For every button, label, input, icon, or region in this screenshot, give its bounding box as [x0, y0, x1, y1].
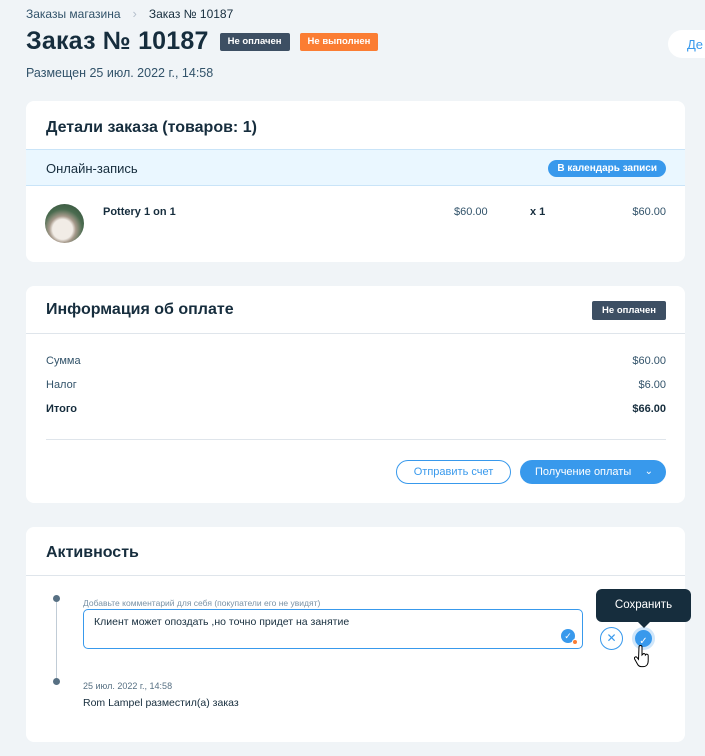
collect-payment-button[interactable]: Получение оплаты ⌄ [520, 460, 666, 484]
divider [46, 439, 666, 440]
header-action-button[interactable]: Де [668, 30, 705, 58]
calendar-button[interactable]: В календарь записи [548, 160, 666, 177]
comment-input[interactable]: Клиент может опоздать ,но точно придет н… [83, 609, 583, 649]
divider [26, 333, 685, 334]
product-total: $60.00 [632, 206, 666, 218]
tax-value: $6.00 [638, 379, 666, 391]
product-price: $60.00 [454, 206, 488, 218]
payment-card-status-badge: Не оплачен [592, 301, 666, 320]
payment-card: Информация об оплате Не оплачен Сумма $6… [26, 286, 685, 503]
title-row: Заказ № 10187 Не оплачен Не выполнен [26, 27, 379, 56]
payment-title: Информация об оплате [46, 301, 234, 318]
comment-text: Клиент может опоздать ,но точно придет н… [94, 616, 350, 628]
event-text: Rom Lampel разместил(а) заказ [83, 697, 239, 709]
event-timestamp: 25 июл. 2022 г., 14:58 [83, 681, 173, 691]
chevron-right-icon: › [132, 6, 137, 21]
activity-title: Активность [46, 544, 139, 561]
booking-band: Онлайн-запись В календарь записи [26, 149, 685, 186]
order-details-card: Детали заказа (товаров: 1) Онлайн-запись… [26, 101, 685, 262]
fulfillment-status-badge: Не выполнен [299, 32, 379, 51]
order-details-title: Детали заказа (товаров: 1) [46, 119, 257, 136]
close-icon: ✕ [606, 631, 617, 645]
total-value: $66.00 [632, 403, 666, 415]
booking-label: Онлайн-запись [46, 161, 138, 176]
breadcrumb: Заказы магазина › Заказ № 10187 [26, 6, 233, 21]
cancel-comment-button[interactable]: ✕ [600, 627, 623, 650]
product-quantity: x 1 [530, 206, 546, 218]
divider [26, 575, 685, 576]
grammar-alert-dot [572, 639, 578, 645]
hand-cursor-icon [633, 645, 650, 674]
payment-status-badge: Не оплачен [219, 32, 290, 51]
send-invoice-button[interactable]: Отправить счет [396, 460, 511, 484]
comment-hint: Добавьте комментарий для себя (покупател… [83, 598, 321, 608]
subtotal-label: Сумма [46, 355, 81, 367]
page-title: Заказ № 10187 [26, 27, 209, 55]
product-name[interactable]: Pottery 1 on 1 [103, 206, 176, 218]
timeline-dot [53, 595, 60, 602]
product-thumbnail [45, 204, 84, 243]
activity-card: Активность Добавьте комментарий для себя… [26, 527, 685, 742]
save-tooltip: Сохранить [596, 589, 691, 628]
breadcrumb-current: Заказ № 10187 [148, 6, 234, 21]
breadcrumb-parent[interactable]: Заказы магазина [26, 7, 121, 21]
placed-date: Размещен 25 июл. 2022 г., 14:58 [26, 66, 214, 80]
chevron-down-icon: ⌄ [644, 466, 653, 477]
timeline-line [56, 602, 57, 685]
tax-label: Налог [46, 379, 77, 391]
collect-payment-label: Получение оплаты [535, 466, 632, 478]
timeline-dot [53, 678, 60, 685]
subtotal-value: $60.00 [632, 355, 666, 367]
total-label: Итого [46, 403, 78, 415]
